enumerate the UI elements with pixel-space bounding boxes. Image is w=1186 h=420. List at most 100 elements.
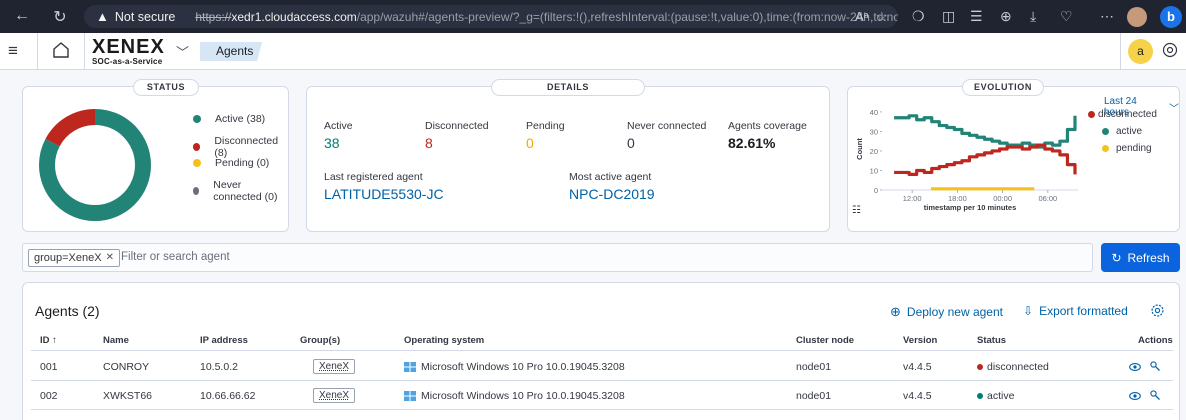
- stat-active-value[interactable]: 38: [324, 135, 340, 151]
- col-header-groups[interactable]: Group(s): [300, 335, 340, 346]
- eye-icon[interactable]: [1129, 361, 1141, 373]
- evo-legend-active[interactable]: active: [1102, 126, 1142, 137]
- cell-id[interactable]: 001: [40, 361, 58, 373]
- group-filter-chip[interactable]: group=XeneX ✕: [28, 249, 120, 267]
- wrench-icon[interactable]: [1149, 360, 1161, 372]
- col-header-os[interactable]: Operating system: [404, 335, 484, 346]
- cell-name[interactable]: CONROY: [103, 361, 149, 373]
- legend-disconnected: Disconnected (8): [193, 135, 288, 159]
- x-tick-label: 06:00: [1038, 194, 1057, 203]
- x-tick-label: 00:00: [993, 194, 1012, 203]
- help-icon[interactable]: [1162, 42, 1178, 58]
- stat-coverage-value: 82.61%: [728, 135, 776, 151]
- favorites-icon[interactable]: ☰: [970, 8, 983, 25]
- refresh-icon: ↻: [1111, 250, 1122, 265]
- y-tick-label: 20: [870, 147, 878, 156]
- details-panel: DETAILS Active 38 Disconnected 8 Pending…: [306, 79, 830, 232]
- read-aloud-icon[interactable]: Aᵃ: [855, 9, 869, 24]
- col-header-cluster-node[interactable]: Cluster node: [796, 335, 854, 346]
- cell-ip[interactable]: 10.66.66.62: [200, 390, 255, 402]
- y-tick-label: 10: [870, 166, 878, 175]
- cell-cluster-node[interactable]: node01: [796, 361, 831, 373]
- x-tick-label: 18:00: [948, 194, 967, 203]
- evo-legend-disconnected[interactable]: disconnected: [1088, 109, 1157, 120]
- group-badge[interactable]: XeneX: [313, 359, 356, 374]
- col-header-id[interactable]: ID ↑: [40, 335, 57, 346]
- evolution-panel-title: EVOLUTION: [962, 79, 1044, 96]
- collections-icon[interactable]: ⊕: [1000, 8, 1012, 25]
- agents-table-title: Agents (2): [35, 303, 100, 319]
- more-options-icon[interactable]: ⋯: [1100, 8, 1114, 25]
- eye-icon[interactable]: [1129, 390, 1141, 402]
- status-donut-chart: [39, 109, 151, 221]
- col-header-ip[interactable]: IP address: [200, 335, 248, 346]
- col-header-status[interactable]: Status: [977, 335, 1006, 346]
- y-axis-label: Count: [855, 138, 864, 160]
- wrench-icon[interactable]: [1149, 389, 1161, 401]
- extension-icon[interactable]: ❍: [912, 8, 925, 25]
- copilot-icon[interactable]: b: [1160, 6, 1182, 28]
- legend-never-connected: Never connected (0): [193, 179, 288, 203]
- health-icon[interactable]: ♡: [1060, 8, 1073, 25]
- download-icon[interactable]: ⤓: [1030, 8, 1036, 25]
- col-header-version[interactable]: Version: [903, 335, 937, 346]
- group-badge[interactable]: XeneX: [313, 388, 356, 403]
- cell-cluster-node[interactable]: node01: [796, 390, 831, 402]
- list-icon[interactable]: ☷: [852, 205, 861, 216]
- details-panel-title: DETAILS: [491, 79, 645, 96]
- cell-version[interactable]: v4.4.5: [903, 390, 932, 402]
- last-registered-label: Last registered agent: [324, 171, 423, 183]
- gear-icon[interactable]: [1150, 303, 1165, 318]
- col-header-name[interactable]: Name: [103, 335, 129, 346]
- home-icon[interactable]: [52, 41, 70, 59]
- stat-active-label: Active: [324, 120, 353, 132]
- x-tick-label: 12:00: [903, 194, 922, 203]
- evo-legend-pending[interactable]: pending: [1102, 143, 1152, 154]
- col-header-actions: Actions: [1138, 335, 1173, 346]
- warning-icon: ▲: [96, 9, 109, 24]
- stat-never-connected-value[interactable]: 0: [627, 135, 635, 151]
- chevron-down-icon: ﹀: [1169, 103, 1179, 115]
- back-icon[interactable]: ←: [8, 7, 36, 25]
- xenex-logo[interactable]: XENEX SOC-as-a-Service: [92, 37, 165, 66]
- cell-status[interactable]: disconnected: [977, 361, 1049, 373]
- split-screen-icon[interactable]: ◫: [942, 8, 955, 25]
- cell-os[interactable]: Microsoft Windows 10 Pro 10.0.19045.3208: [421, 361, 625, 373]
- status-panel: STATUS Active (38) Disconnected (8) Pend…: [22, 79, 289, 232]
- legend-dot: [193, 187, 200, 195]
- cell-status[interactable]: active: [977, 390, 1014, 402]
- breadcrumb-agents[interactable]: Agents: [200, 42, 262, 61]
- address-bar[interactable]: ▲ Not secure https://xedr1.cloudaccess.c…: [84, 5, 898, 28]
- user-avatar[interactable]: a: [1128, 39, 1153, 64]
- stat-disconnected-value[interactable]: 8: [425, 135, 433, 151]
- x-axis-label: timestamp per 10 minutes: [924, 203, 1017, 212]
- y-tick-label: 40: [870, 108, 878, 117]
- last-registered-link[interactable]: LATITUDE5530-JC: [324, 186, 444, 202]
- stat-disconnected-label: Disconnected: [425, 120, 489, 132]
- browser-profile-avatar[interactable]: [1127, 7, 1147, 27]
- most-active-label: Most active agent: [569, 171, 652, 183]
- search-input[interactable]: Filter or search agent: [121, 251, 230, 263]
- cell-id[interactable]: 002: [40, 390, 58, 402]
- status-dot: [977, 393, 983, 399]
- stat-pending-label: Pending: [526, 120, 565, 132]
- export-formatted-button[interactable]: ⇩ Export formatted: [1023, 304, 1128, 318]
- menu-icon[interactable]: ≡: [8, 41, 18, 61]
- series-line-disconnected: [894, 143, 1077, 176]
- cell-name[interactable]: XWKST66: [103, 390, 152, 402]
- plus-circle-icon: ⊕: [890, 304, 901, 319]
- reload-icon[interactable]: ↻: [46, 7, 74, 27]
- chevron-down-icon[interactable]: ﹀: [176, 42, 189, 61]
- close-icon[interactable]: ✕: [106, 250, 114, 266]
- refresh-button[interactable]: ↻ Refresh: [1101, 243, 1180, 272]
- deploy-new-agent-button[interactable]: ⊕ Deploy new agent: [890, 304, 1003, 320]
- legend-dot: [193, 143, 201, 151]
- windows-icon: [404, 362, 416, 372]
- agent-search-bar[interactable]: group=XeneX ✕ Filter or search agent: [22, 243, 1093, 272]
- cell-ip[interactable]: 10.5.0.2: [200, 361, 238, 373]
- most-active-link[interactable]: NPC-DC2019: [569, 186, 655, 202]
- stat-pending-value[interactable]: 0: [526, 135, 534, 151]
- cell-version[interactable]: v4.4.5: [903, 361, 932, 373]
- favorite-star-icon[interactable]: ☆: [876, 9, 888, 25]
- cell-os[interactable]: Microsoft Windows 10 Pro 10.0.19045.3208: [421, 390, 625, 402]
